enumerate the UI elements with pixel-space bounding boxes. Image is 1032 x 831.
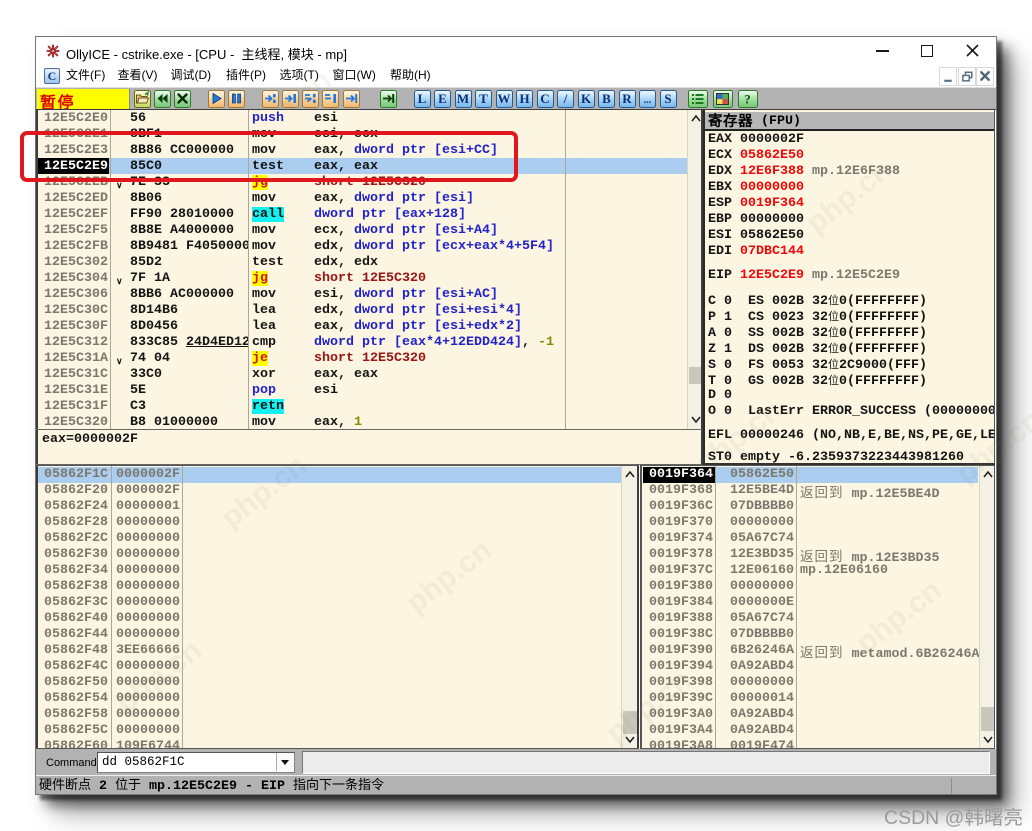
svg-text:?: ? [744, 92, 751, 107]
